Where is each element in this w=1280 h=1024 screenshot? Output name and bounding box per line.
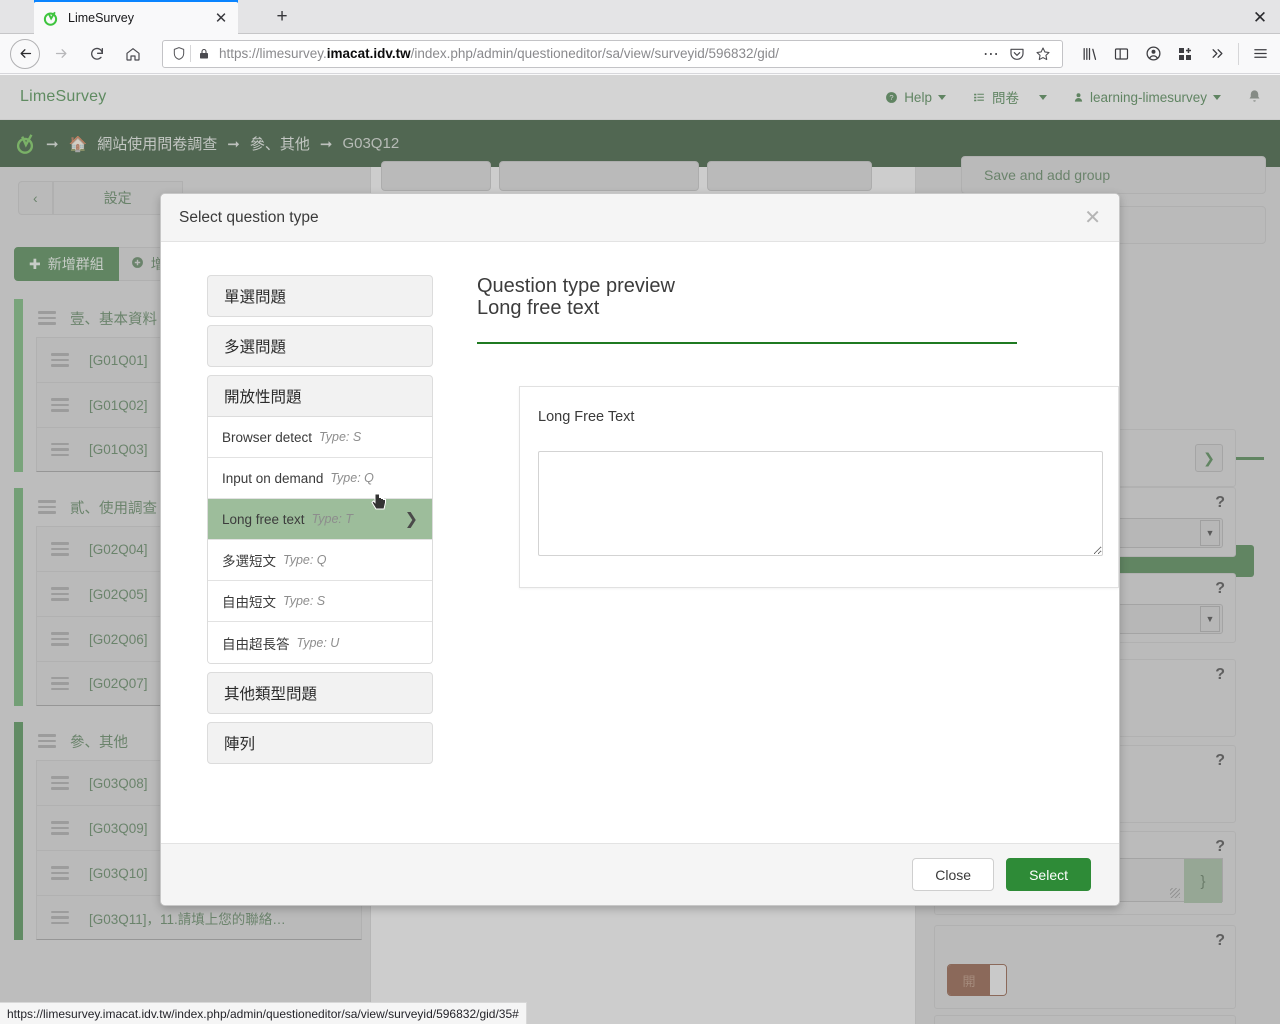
accordion-label: 單選問題 bbox=[224, 289, 287, 306]
select-button[interactable]: Select bbox=[1006, 858, 1091, 891]
question-type-name: 多選短文 bbox=[222, 554, 276, 569]
url-scheme: https://limesurvey. bbox=[219, 46, 327, 61]
question-type-name: Input on demand bbox=[222, 470, 324, 486]
question-type-long-free-text[interactable]: Long free text Type: T ❯ bbox=[208, 499, 432, 540]
modal-title: Select question type bbox=[179, 208, 319, 226]
accordion-label: 其他類型問題 bbox=[224, 686, 318, 703]
accordion-label: 多選問題 bbox=[224, 339, 287, 356]
question-type-code: Type: Q bbox=[283, 553, 327, 567]
question-type-preview: Question type preview Long free text Lon… bbox=[433, 275, 1119, 843]
reload-icon[interactable] bbox=[82, 39, 112, 69]
question-type-huge-free-text[interactable]: 自由超長答 Type: U bbox=[208, 622, 432, 663]
modal-footer: Close Select bbox=[161, 843, 1119, 905]
tracking-shield-icon[interactable] bbox=[169, 46, 188, 61]
bookmark-star-icon[interactable] bbox=[1030, 41, 1056, 67]
browser-tab-bar: LimeSurvey ✕ + ✕ bbox=[0, 0, 1280, 34]
preview-heading-line1: Question type preview bbox=[477, 275, 675, 297]
question-type-name: Browser detect bbox=[222, 429, 313, 445]
accordion-other-types[interactable]: 其他類型問題 bbox=[207, 672, 433, 714]
preview-question-label: Long Free Text bbox=[538, 409, 635, 426]
forward-icon bbox=[46, 39, 76, 69]
tab-close-icon[interactable]: ✕ bbox=[212, 9, 230, 27]
browser-status-bar: https://limesurvey.imacat.idv.tw/index.p… bbox=[0, 1002, 527, 1024]
question-type-code: Type: U bbox=[296, 635, 340, 650]
modal-body: 單選問題 多選問題 開放性問題 Browser detect Type: S I… bbox=[161, 242, 1119, 843]
question-type-short-free-text[interactable]: 自由短文 Type: S bbox=[208, 581, 432, 622]
close-icon[interactable]: ✕ bbox=[1084, 208, 1101, 228]
question-type-accordion: 單選問題 多選問題 開放性問題 Browser detect Type: S I… bbox=[161, 275, 433, 843]
url-path: /index.php/admin/questioneditor/sa/view/… bbox=[410, 46, 780, 61]
sidebar-icon[interactable] bbox=[1105, 39, 1137, 69]
url-text[interactable]: https://limesurvey.imacat.idv.tw/index.p… bbox=[219, 46, 978, 61]
accordion-label: 陣列 bbox=[224, 736, 256, 753]
pocket-icon[interactable] bbox=[1004, 41, 1030, 67]
extensions-icon[interactable] bbox=[1169, 39, 1201, 69]
close-button[interactable]: Close bbox=[912, 858, 995, 891]
accordion-arrays[interactable]: 陣列 bbox=[207, 722, 433, 764]
library-icon[interactable] bbox=[1073, 39, 1105, 69]
accordion-open-ended[interactable]: 開放性問題 bbox=[207, 375, 433, 417]
mouse-cursor-pointer-icon bbox=[371, 493, 387, 511]
preview-heading: Question type preview Long free text bbox=[477, 275, 1119, 320]
question-type-multiple-short-text[interactable]: 多選短文 Type: Q bbox=[208, 540, 432, 581]
screen-root: LimeSurvey ✕ + ✕ https://limesurvey.imac… bbox=[0, 0, 1280, 1024]
url-domain: imacat.idv.tw bbox=[326, 46, 411, 61]
account-icon[interactable] bbox=[1137, 39, 1169, 69]
question-type-code: Type: S bbox=[283, 594, 326, 608]
preview-card: Long Free Text bbox=[519, 386, 1119, 589]
url-divider bbox=[190, 45, 191, 62]
lock-icon[interactable] bbox=[196, 47, 212, 61]
question-type-input-on-demand[interactable]: Input on demand Type: Q bbox=[208, 458, 432, 499]
browser-navigation-bar: https://limesurvey.imacat.idv.tw/index.p… bbox=[0, 34, 1280, 74]
limesurvey-favicon-icon bbox=[42, 10, 59, 27]
preview-heading-line2: Long free text bbox=[477, 297, 600, 320]
overflow-chevrons-icon[interactable] bbox=[1201, 39, 1233, 69]
question-type-name: 自由短文 bbox=[222, 595, 276, 610]
url-bar[interactable]: https://limesurvey.imacat.idv.tw/index.p… bbox=[162, 39, 1063, 68]
question-type-name: 自由超長答 bbox=[222, 636, 290, 652]
back-icon[interactable] bbox=[10, 38, 40, 69]
browser-toolbar-icons bbox=[1073, 39, 1280, 69]
page-actions-icon[interactable]: ⋯ bbox=[978, 41, 1004, 67]
question-type-code: Type: S bbox=[319, 430, 362, 444]
question-type-code: Type: T bbox=[311, 512, 354, 526]
preview-divider bbox=[477, 341, 1017, 345]
accordion-single-choice[interactable]: 單選問題 bbox=[207, 275, 433, 317]
window-close-button[interactable]: ✕ bbox=[1248, 6, 1272, 30]
home-icon[interactable] bbox=[118, 39, 148, 69]
preview-textarea[interactable] bbox=[538, 451, 1103, 557]
select-question-type-modal: Select question type ✕ 單選問題 多選問題 開放性問題 B… bbox=[160, 193, 1120, 906]
browser-tab-title: LimeSurvey bbox=[68, 11, 134, 25]
chevron-right-icon: ❯ bbox=[404, 511, 418, 528]
new-tab-button[interactable]: + bbox=[270, 6, 294, 30]
toolbar-divider bbox=[1238, 42, 1239, 65]
browser-tab-limesurvey[interactable]: LimeSurvey ✕ bbox=[34, 2, 238, 34]
modal-header: Select question type ✕ bbox=[161, 194, 1119, 242]
accordion-multiple-choice[interactable]: 多選問題 bbox=[207, 325, 433, 367]
question-type-list: Browser detect Type: S Input on demand T… bbox=[207, 417, 433, 664]
question-type-code: Type: Q bbox=[330, 471, 374, 485]
question-type-browser-detect[interactable]: Browser detect Type: S bbox=[208, 417, 432, 458]
question-type-name: Long free text bbox=[222, 511, 305, 527]
accordion-label: 開放性問題 bbox=[224, 389, 302, 406]
status-url-text: https://limesurvey.imacat.idv.tw/index.p… bbox=[7, 1006, 519, 1021]
hamburger-menu-icon[interactable] bbox=[1244, 39, 1276, 69]
